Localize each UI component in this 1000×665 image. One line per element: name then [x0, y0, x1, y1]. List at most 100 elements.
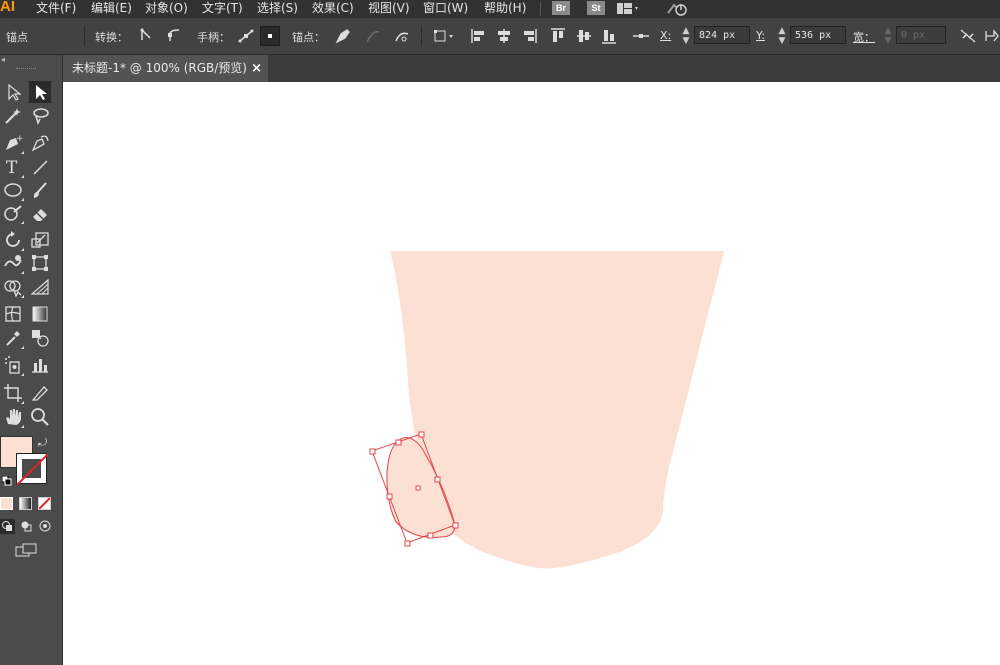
paintbrush-tool-icon[interactable] [29, 179, 51, 201]
svg-text:+: + [16, 134, 24, 144]
selection-tool-icon[interactable] [2, 81, 24, 103]
align-center-icon[interactable] [494, 26, 514, 46]
type-tool-icon[interactable]: T [2, 156, 24, 178]
menu-edit[interactable]: 编辑(E) [91, 0, 132, 18]
workspace-layout-icon[interactable] [616, 2, 640, 16]
anchor-point-icon[interactable] [631, 26, 651, 46]
collapse-panel-icon[interactable]: ◂ [1, 55, 5, 64]
menu-window[interactable]: 窗口(W) [423, 0, 468, 18]
screen-mode-icon[interactable] [15, 543, 39, 557]
overflow-icon[interactable] [982, 26, 1000, 46]
blob-brush-tool-icon[interactable] [2, 202, 24, 224]
artboard-canvas[interactable] [63, 82, 1000, 665]
warp-tool-icon[interactable] [2, 252, 24, 274]
graph-tool-icon[interactable] [29, 354, 51, 376]
shape-builder-tool-icon[interactable] [2, 276, 24, 298]
align-bottom-icon[interactable] [599, 26, 619, 46]
curvature-tool-icon[interactable] [29, 132, 51, 154]
x-stepper[interactable]: ▲ ▼ [681, 26, 691, 46]
stock-button[interactable]: St [587, 1, 605, 15]
document-tab[interactable]: 未标题-1* @ 100% (RGB/预览) × [63, 55, 268, 82]
hide-handles-icon[interactable] [260, 26, 280, 46]
draw-inside-icon[interactable] [38, 519, 53, 534]
menu-file[interactable]: 文件(F) [36, 0, 76, 18]
draw-normal-icon[interactable] [0, 519, 15, 534]
selection-type-label: 锚点 [6, 31, 28, 44]
connect-anchors-icon [363, 26, 383, 46]
none-mode-icon[interactable] [38, 497, 51, 510]
width-input: 0 px [896, 26, 946, 44]
x-input[interactable]: 824 px [694, 26, 750, 44]
lasso-tool-icon[interactable] [29, 105, 51, 127]
hand-tool-icon[interactable] [2, 406, 24, 428]
align-right-icon[interactable] [519, 26, 539, 46]
magic-wand-tool-icon[interactable] [2, 105, 24, 127]
anchor-point [452, 522, 459, 529]
center-point [415, 485, 421, 491]
direct-selection-tool-icon[interactable] [29, 81, 51, 103]
constrain-link-icon[interactable] [958, 26, 978, 46]
x-label: X: [660, 29, 672, 42]
menu-effect[interactable]: 效果(C) [312, 0, 354, 18]
free-transform-tool-icon[interactable] [29, 252, 51, 274]
artboard-tool-icon[interactable] [2, 382, 24, 404]
pen-tool-icon[interactable]: + [2, 132, 24, 154]
color-mode-icon[interactable] [0, 497, 13, 510]
menu-help[interactable]: 帮助(H) [484, 0, 526, 18]
align-top-icon[interactable] [548, 26, 568, 46]
y-label: Y: [756, 29, 765, 42]
menu-divider [540, 2, 541, 16]
cut-path-icon[interactable] [392, 26, 412, 46]
eraser-tool-icon[interactable] [29, 202, 51, 224]
width-stepper: ▲ ▼ [884, 26, 892, 46]
anchor-point [404, 540, 411, 547]
svg-text:T: T [6, 158, 18, 178]
line-tool-icon[interactable] [29, 156, 51, 178]
align-middle-icon[interactable] [574, 26, 594, 46]
y-stepper[interactable]: ▲ ▼ [777, 26, 787, 46]
zoom-tool-icon[interactable] [29, 406, 51, 428]
width-label: 宽： [853, 31, 875, 44]
app-logo: AI [0, 0, 15, 15]
default-colors-icon[interactable] [1, 475, 12, 486]
convert-label: 转换： [95, 31, 128, 44]
tools-panel: ◂ + T ⤾ [0, 55, 63, 665]
menu-type[interactable]: 文字(T) [202, 0, 243, 18]
gradient-tool-icon[interactable] [29, 303, 51, 325]
ellipse-tool-icon[interactable] [2, 179, 24, 201]
symbol-sprayer-tool-icon[interactable] [2, 354, 24, 376]
convert-to-corner-icon[interactable] [136, 26, 156, 46]
remove-anchor-icon[interactable] [333, 26, 353, 46]
scale-tool-icon[interactable] [29, 229, 51, 251]
anchors-label: 锚点： [292, 31, 325, 44]
control-bar: 锚点 转换： 手柄： 锚点： X: ▲ ▼ 824 px Y: ▲ ▼ 536 … [0, 18, 1000, 55]
panel-grip[interactable] [16, 68, 36, 71]
show-handles-icon[interactable] [236, 26, 256, 46]
document-tab-title: 未标题-1* @ 100% (RGB/预览) [72, 61, 247, 75]
mesh-tool-icon[interactable] [2, 303, 24, 325]
isolate-icon[interactable] [432, 26, 453, 46]
eyedropper-tool-icon[interactable] [2, 327, 24, 349]
draw-behind-icon[interactable] [19, 519, 34, 534]
swap-fill-stroke-icon[interactable]: ⤾ [38, 436, 47, 450]
menu-select[interactable]: 选择(S) [257, 0, 298, 18]
anchor-point [369, 448, 376, 455]
gradient-mode-icon[interactable] [19, 497, 32, 510]
close-tab-icon[interactable]: × [251, 55, 262, 82]
menu-bar: AI 文件(F) 编辑(E) 对象(O) 文字(T) 选择(S) 效果(C) 视… [0, 0, 1000, 18]
blend-tool-icon[interactable] [29, 327, 51, 349]
align-left-icon[interactable] [469, 26, 489, 46]
y-input[interactable]: 536 px [790, 26, 846, 44]
stroke-swatch[interactable] [16, 453, 48, 485]
menu-object[interactable]: 对象(O) [145, 0, 188, 18]
bridge-button[interactable]: Br [552, 1, 570, 15]
perspective-grid-tool-icon[interactable] [29, 276, 51, 298]
menu-view[interactable]: 视图(V) [368, 0, 410, 18]
anchor-point [434, 476, 441, 483]
document-tab-bar: 未标题-1* @ 100% (RGB/预览) × [63, 55, 1000, 82]
gpu-performance-icon[interactable] [666, 1, 688, 17]
anchor-point [386, 493, 393, 500]
rotate-tool-icon[interactable] [2, 229, 24, 251]
slice-tool-icon[interactable] [29, 382, 51, 404]
convert-to-smooth-icon[interactable] [165, 26, 185, 46]
